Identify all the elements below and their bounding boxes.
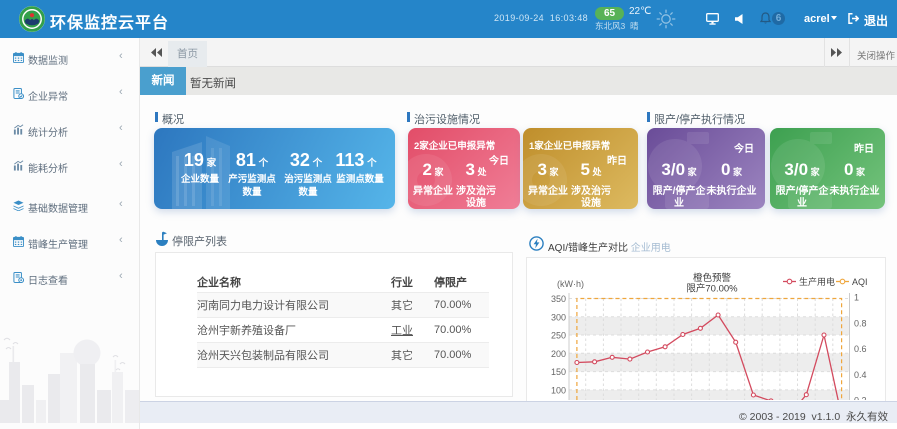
svg-text:橙色预警: 橙色预警 — [693, 272, 732, 284]
svg-text:100: 100 — [551, 385, 566, 395]
svg-text:200: 200 — [551, 349, 566, 359]
svg-text:250: 250 — [551, 331, 566, 341]
svg-text:限产70.00%: 限产70.00% — [686, 283, 738, 295]
svg-text:300: 300 — [551, 312, 566, 322]
svg-text:AQI: AQI — [852, 277, 868, 287]
svg-text:生产用电: 生产用电 — [799, 276, 835, 287]
svg-text:0.2: 0.2 — [854, 396, 867, 400]
svg-text:350: 350 — [551, 294, 566, 304]
svg-text:(kW·h): (kW·h) — [557, 279, 584, 289]
svg-text:0.4: 0.4 — [854, 370, 867, 380]
svg-text:0.8: 0.8 — [854, 318, 867, 328]
svg-text:150: 150 — [551, 367, 566, 377]
svg-text:1: 1 — [854, 293, 859, 303]
svg-text:0.6: 0.6 — [854, 344, 867, 354]
